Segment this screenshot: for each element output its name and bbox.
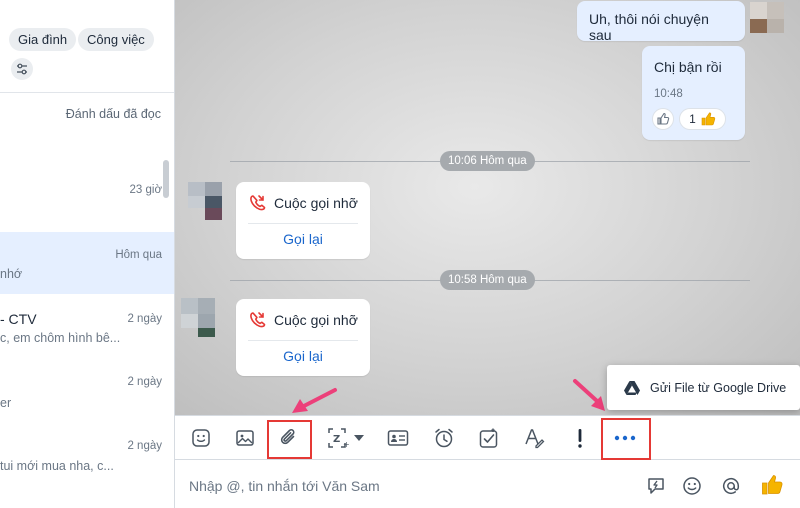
conversation-time: 2 ngày (127, 313, 162, 325)
svg-text:Z: Z (333, 434, 340, 445)
time-separator-label: 10:06 Hôm qua (440, 151, 535, 171)
time-separator: 10:06 Hôm qua (230, 151, 750, 171)
google-drive-icon (624, 380, 640, 395)
conversation-time: Hôm qua (115, 249, 162, 261)
emoji-icon (683, 477, 701, 495)
call-back-button[interactable]: Gọi lại (236, 348, 370, 364)
message-time: 10:48 (654, 88, 683, 100)
conversation-name: - CTV (0, 311, 37, 327)
reaction-summary[interactable]: 1 (679, 108, 726, 130)
thumbs-up-icon (762, 475, 783, 495)
message-bubble-sent[interactable]: Uh, thôi nói chuyện sau (577, 1, 745, 43)
highlight-box (267, 420, 312, 459)
conversation-item[interactable]: 2 ngày er (0, 362, 174, 424)
conversation-preview: nhớ (0, 267, 23, 281)
mark-urgent-button[interactable] (567, 423, 593, 453)
reminder-button[interactable] (431, 423, 457, 453)
mark-all-read-link[interactable]: Đánh dấu đã đọc (66, 107, 161, 121)
send-like-button[interactable] (759, 472, 785, 498)
message-input[interactable] (189, 478, 589, 494)
message-bubble-sent[interactable]: Chị bận rồi 10:48 1 (642, 46, 745, 140)
conversation-preview: tui mới mua nha, c... (0, 459, 114, 473)
missed-call-card: Cuộc gọi nhỡ Gọi lại (236, 299, 370, 376)
alarm-clock-icon (435, 428, 453, 448)
sidebar-scrollbar[interactable] (163, 160, 169, 198)
exclamation-icon (578, 429, 582, 448)
conversation-time: 2 ngày (127, 440, 162, 452)
label-chip-family[interactable]: Gia đình (9, 28, 77, 51)
svg-text:+: + (343, 440, 350, 449)
google-drive-menu-item[interactable]: Gửi File từ Google Drive (607, 365, 800, 410)
filter-settings-button[interactable] (11, 58, 33, 80)
react-like-button[interactable] (652, 108, 674, 130)
screenshot-button[interactable]: Z + (325, 423, 365, 453)
chevron-down-icon (353, 435, 364, 441)
conversation-item[interactable]: 23 giờ (0, 160, 174, 222)
reaction-count: 1 (689, 112, 696, 126)
annotation-arrow (292, 388, 337, 413)
send-image-button[interactable] (232, 423, 258, 453)
mention-button[interactable] (719, 474, 743, 498)
avatar (188, 182, 222, 220)
label-chip-work[interactable]: Công việc (78, 28, 154, 51)
chat-messages-area: Uh, thôi nói chuyện sau Chị bận rồi 10:4… (175, 0, 800, 415)
conversation-time: 2 ngày (127, 376, 162, 388)
highlight-box (601, 418, 651, 460)
missed-call-icon (250, 195, 266, 211)
mention-icon (723, 477, 740, 495)
sidebar-divider (0, 92, 174, 93)
missed-call-card: Cuộc gọi nhỡ Gọi lại (236, 182, 370, 259)
task-icon (479, 428, 498, 448)
message-text: Chị bận rồi (654, 59, 722, 75)
avatar (750, 2, 784, 36)
call-back-button[interactable]: Gọi lại (236, 231, 370, 247)
missed-call-label: Cuộc gọi nhỡ (274, 312, 358, 328)
conversation-item[interactable]: 2 ngày tui mới mua nha, c... (0, 426, 174, 488)
message-text: Uh, thôi nói chuyện sau (589, 11, 709, 43)
conversation-sidebar: Gia đình Công việc Đánh dấu đã đọc 23 gi… (0, 0, 175, 508)
emoji-button[interactable] (680, 474, 704, 498)
annotation-arrow (573, 379, 605, 411)
image-icon (236, 430, 254, 446)
sticker-button[interactable] (188, 423, 214, 453)
time-separator: 10:58 Hôm qua (230, 270, 750, 290)
send-business-card-button[interactable] (385, 423, 411, 453)
assign-task-button[interactable] (476, 423, 502, 453)
conversation-preview: er (0, 396, 12, 410)
thumbs-up-outline-icon (657, 112, 670, 125)
sticker-icon (192, 429, 210, 447)
conversation-item[interactable]: Hôm qua nhớ (0, 232, 174, 294)
business-card-icon (387, 430, 409, 446)
sliders-icon (17, 63, 27, 75)
text-format-icon (525, 429, 545, 449)
thumbs-up-emoji-icon (701, 112, 716, 126)
missed-call-label: Cuộc gọi nhỡ (274, 195, 358, 211)
composer-toolbar: Z + (175, 415, 800, 460)
google-drive-label: Gửi File từ Google Drive (650, 380, 787, 395)
missed-call-icon (250, 312, 266, 328)
avatar (181, 298, 215, 337)
quick-message-icon (648, 478, 664, 494)
conversation-preview: c, em chôm hình bê... (0, 331, 121, 345)
text-format-button[interactable] (521, 423, 547, 453)
quick-message-button[interactable] (644, 474, 668, 498)
conversation-item[interactable]: - CTV 2 ngày c, em chôm hình bê... (0, 298, 174, 360)
conversation-time: 23 giờ (129, 184, 162, 196)
message-composer (175, 460, 800, 508)
time-separator-label: 10:58 Hôm qua (440, 270, 535, 290)
screenshot-icon: Z + (327, 428, 350, 449)
